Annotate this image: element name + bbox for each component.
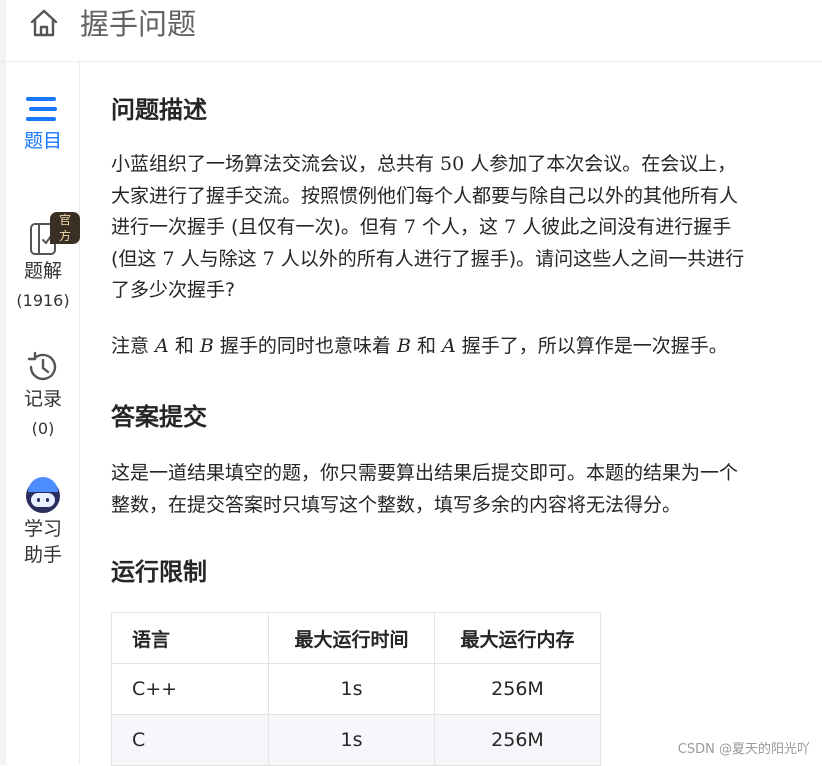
cell-language: C++ xyxy=(111,663,269,715)
description-line: 了多少次握手? xyxy=(111,279,236,301)
sidebar-item-label: 题目 xyxy=(23,130,62,152)
sidebar-item-records[interactable]: 记录 (0) xyxy=(6,348,80,440)
solutions-count: (1916) xyxy=(16,291,70,310)
list-icon xyxy=(26,97,57,121)
submission-line: 这是一道结果填空的题，你只需要算出结果后提交即可。本题的结果为一个 xyxy=(111,462,739,484)
sidebar-item-assistant[interactable]: 学习 助手 xyxy=(6,476,80,568)
cell-time: 1s xyxy=(268,714,435,766)
cell-memory: 256M xyxy=(434,663,601,715)
cell-language: C xyxy=(111,714,269,766)
section-title-submission: 答案提交 xyxy=(111,403,207,431)
section-title-limits: 运行限制 xyxy=(111,558,207,586)
column-header-language: 语言 xyxy=(111,612,269,664)
sidebar-item-problem[interactable]: 题目 xyxy=(6,94,80,154)
limits-table: 语言 最大运行时间 最大运行内存 C++ 1s 256M C 1s 256M xyxy=(111,612,601,766)
column-header-memory: 最大运行内存 xyxy=(434,612,601,664)
sidebar-item-label: 记录 xyxy=(23,388,62,410)
sidebar-item-label: 题解 xyxy=(23,260,62,282)
page-title: 握手问题 xyxy=(80,7,197,41)
sidebar: 题目 官方 题解 (1916) 记录 (0) 学习 助手 xyxy=(6,62,80,765)
official-badge: 官方 xyxy=(50,212,80,244)
description-line: 进行一次握手 (且仅有一次)。但有 7 个人，这 7 人彼此之间没有进行握手 xyxy=(111,216,732,238)
submission-instructions: 这是一道结果填空的题，你只需要算出结果后提交即可。本题的结果为一个 整数，在提交… xyxy=(111,458,811,521)
records-count: (0) xyxy=(31,419,55,438)
home-icon[interactable] xyxy=(28,7,60,39)
description-line: 小蓝组织了一场算法交流会议，总共有 50 人参加了本次会议。在会议上， xyxy=(111,153,737,175)
history-clock-icon xyxy=(27,351,57,381)
sidebar-item-label: 助手 xyxy=(23,544,62,566)
description-line: (但这 7 人与除这 7 人以外的所有人进行了握手)。请问这些人之间一共进行 xyxy=(111,247,745,270)
problem-note: 注意 A 和 B 握手的同时也意味着 B 和 A 握手了，所以算作是一次握手。 xyxy=(111,335,728,357)
table-row: C++ 1s 256M xyxy=(111,663,601,715)
sidebar-item-label: 学习 xyxy=(23,518,62,540)
robot-assistant-icon xyxy=(26,477,60,513)
cell-memory: 256M xyxy=(434,714,601,766)
description-line: 大家进行了握手交流。按照惯例他们每个人都要与除自己以外的其他所有人 xyxy=(111,184,739,207)
watermark: CSDN @夏天的阳光吖 xyxy=(677,742,810,757)
section-title-description: 问题描述 xyxy=(111,96,207,124)
table-row: C 1s 256M xyxy=(111,714,601,766)
page-header: 握手问题 xyxy=(0,0,822,62)
submission-line: 整数，在提交答案时只填写这个整数，填写多余的内容将无法得分。 xyxy=(111,493,682,516)
cell-time: 1s xyxy=(268,663,435,715)
table-header-row: 语言 最大运行时间 最大运行内存 xyxy=(111,612,601,664)
column-header-time: 最大运行时间 xyxy=(268,612,435,664)
problem-description: 小蓝组织了一场算法交流会议，总共有 50 人参加了本次会议。在会议上， 大家进行… xyxy=(111,149,811,307)
sidebar-item-solutions[interactable]: 官方 题解 (1916) xyxy=(6,212,80,312)
